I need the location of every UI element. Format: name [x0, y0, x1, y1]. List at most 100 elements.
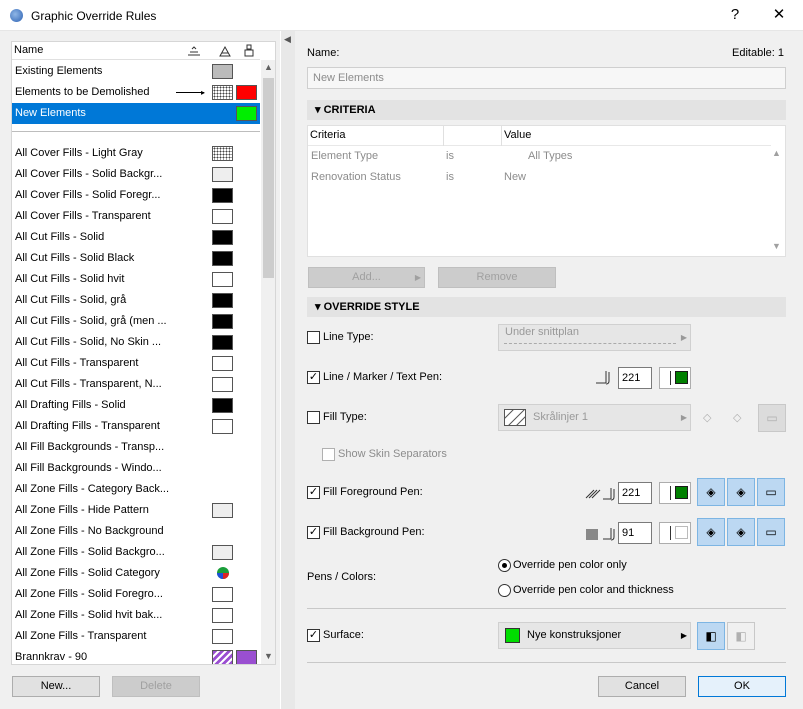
- fill-fg-color-button[interactable]: [659, 482, 691, 504]
- list-item-label: All Zone Fills - Solid Category: [15, 567, 160, 579]
- show-skin-checkbox[interactable]: [322, 448, 335, 461]
- criteria-row[interactable]: Renovation Status is New: [308, 168, 771, 189]
- list-item[interactable]: All Fill Backgrounds - Windo...: [12, 458, 260, 479]
- rule-name-field[interactable]: New Elements: [307, 67, 786, 89]
- list-item[interactable]: All Zone Fills - Hide Pattern: [12, 500, 260, 521]
- list-item-label: All Zone Fills - Solid Backgro...: [15, 546, 165, 558]
- fill-bg-color-button[interactable]: [659, 522, 691, 544]
- list-item[interactable]: All Zone Fills - Transparent: [12, 626, 260, 647]
- column-name[interactable]: Name: [14, 44, 43, 56]
- list-item[interactable]: All Cut Fills - Solid Black: [12, 248, 260, 269]
- drafting-fill-toggle[interactable]: ▭: [758, 404, 786, 432]
- list-item[interactable]: All Zone Fills - Solid hvit bak...: [12, 605, 260, 626]
- list-item[interactable]: All Cut Fills - Solid, grå: [12, 290, 260, 311]
- pen-swatch: [212, 356, 233, 371]
- criteria-row[interactable]: Element Type is All Types: [308, 147, 771, 168]
- demolish-line-icon: [176, 92, 204, 93]
- list-header: Name: [12, 42, 260, 60]
- line-type-checkbox[interactable]: [307, 331, 320, 344]
- list-item[interactable]: All Cut Fills - Solid: [12, 227, 260, 248]
- fg-drafting-fill-toggle[interactable]: ▭: [757, 478, 785, 506]
- surface-dropdown[interactable]: Nye konstruksjoner ▶: [498, 622, 691, 649]
- list-item[interactable]: All Cut Fills - Solid, No Skin ...: [12, 332, 260, 353]
- fill-fg-number[interactable]: 221: [618, 482, 652, 504]
- list-item[interactable]: All Cut Fills - Solid hvit: [12, 269, 260, 290]
- list-item[interactable]: All Cut Fills - Solid, grå (men ...: [12, 311, 260, 332]
- list-item[interactable]: All Cut Fills - Transparent: [12, 353, 260, 374]
- bg-cover-fill-toggle[interactable]: ◈: [727, 518, 755, 546]
- pen-swatch: [212, 272, 233, 287]
- fg-cut-fill-toggle[interactable]: ◈: [697, 478, 725, 506]
- collapse-icon[interactable]: ◀: [284, 34, 291, 45]
- list-item-label: All Cut Fills - Transparent: [15, 357, 139, 369]
- criteria-section-header[interactable]: ▾ CRITERIA: [307, 100, 786, 120]
- help-icon[interactable]: ?: [726, 6, 744, 24]
- cut-fill-icon[interactable]: ◇: [703, 411, 711, 424]
- list-item[interactable]: All Fill Backgrounds - Transp...: [12, 437, 260, 458]
- fill-type-dropdown[interactable]: Skrålinjer 1 ▶: [498, 404, 691, 431]
- criteria-table[interactable]: Criteria Value Element Type is All Types…: [307, 125, 786, 257]
- list-item-label: All Cover Fills - Solid Foregr...: [15, 189, 161, 201]
- criteria-scroll-down-icon[interactable]: ▼: [772, 241, 781, 251]
- list-item[interactable]: All Cover Fills - Transparent: [12, 206, 260, 227]
- remove-criteria-button[interactable]: Remove: [438, 267, 556, 288]
- pen-swatch: [212, 188, 233, 203]
- fill-bg-number[interactable]: 91: [618, 522, 652, 544]
- criteria-scroll-up-icon[interactable]: ▲: [772, 148, 781, 158]
- override-section-header[interactable]: ▾ OVERRIDE STYLE: [307, 297, 786, 317]
- rules-list[interactable]: Name Existing Elements Elements to be Dem…: [11, 41, 276, 665]
- list-item[interactable]: All Zone Fills - Solid Foregro...: [12, 584, 260, 605]
- list-item-label: All Cover Fills - Transparent: [15, 210, 151, 222]
- list-item[interactable]: All Zone Fills - No Background: [12, 521, 260, 542]
- list-item[interactable]: Elements to be Demolished ▸: [12, 82, 260, 103]
- surface-checkbox[interactable]: ✓: [307, 629, 320, 642]
- scroll-up-icon[interactable]: ▲: [264, 62, 273, 72]
- list-item[interactable]: Existing Elements: [12, 61, 260, 82]
- fill-type-checkbox[interactable]: [307, 411, 320, 424]
- line-column-icon[interactable]: [187, 45, 201, 57]
- add-criteria-button[interactable]: Add... ▶: [308, 267, 425, 288]
- close-icon[interactable]: ✕: [770, 6, 788, 24]
- list-item[interactable]: All Cover Fills - Solid Backgr...: [12, 164, 260, 185]
- line-type-dropdown[interactable]: Under snittplan ▶: [498, 324, 691, 351]
- delete-button[interactable]: Delete: [112, 676, 200, 697]
- surface-section-toggle[interactable]: ◧: [727, 622, 755, 650]
- line-pen-color-button[interactable]: [659, 367, 691, 389]
- fg-cover-fill-toggle[interactable]: ◈: [727, 478, 755, 506]
- fill-bg-checkbox[interactable]: ✓: [307, 526, 320, 539]
- list-item[interactable]: All Drafting Fills - Transparent: [12, 416, 260, 437]
- cancel-button[interactable]: Cancel: [598, 676, 686, 697]
- dropdown-arrow-icon: ▶: [680, 631, 687, 640]
- scroll-thumb[interactable]: [263, 78, 274, 278]
- ok-button[interactable]: OK: [698, 676, 786, 697]
- bg-drafting-fill-toggle[interactable]: ▭: [757, 518, 785, 546]
- fill-fg-checkbox[interactable]: ✓: [307, 486, 320, 499]
- list-item[interactable]: All Zone Fills - Category Back...: [12, 479, 260, 500]
- list-item[interactable]: New Elements: [12, 103, 260, 124]
- list-item[interactable]: All Cover Fills - Light Gray: [12, 143, 260, 164]
- scroll-down-icon[interactable]: ▼: [264, 651, 273, 661]
- override-color-thickness-radio[interactable]: [498, 584, 511, 597]
- bg-cut-fill-toggle[interactable]: ◈: [697, 518, 725, 546]
- list-item[interactable]: All Cut Fills - Transparent, N...: [12, 374, 260, 395]
- surface-column-icon[interactable]: [244, 44, 254, 57]
- list-item[interactable]: All Cover Fills - Solid Foregr...: [12, 185, 260, 206]
- pen-swatch: [212, 146, 233, 161]
- divider: [307, 608, 786, 609]
- surface-model-toggle[interactable]: ◧: [697, 622, 725, 650]
- list-item-label: Brannkrav - 90: [15, 651, 88, 663]
- list-item[interactable]: All Zone Fills - Solid Backgro...: [12, 542, 260, 563]
- hatch-pattern-icon: [504, 409, 526, 426]
- line-pen-number[interactable]: 221: [618, 367, 652, 389]
- panel-splitter[interactable]: ◀: [281, 31, 295, 709]
- list-item[interactable]: All Zone Fills - Solid Category: [12, 563, 260, 584]
- pen-color-swatch: [675, 371, 688, 384]
- override-color-only-radio[interactable]: [498, 559, 511, 572]
- list-item[interactable]: All Drafting Fills - Solid: [12, 395, 260, 416]
- new-button[interactable]: New...: [12, 676, 100, 697]
- list-scrollbar[interactable]: ▲ ▼: [261, 60, 275, 664]
- list-item[interactable]: Brannkrav - 90: [12, 647, 260, 664]
- cover-fill-icon[interactable]: ◇: [733, 411, 741, 424]
- fill-column-icon[interactable]: [219, 45, 231, 57]
- line-pen-checkbox[interactable]: ✓: [307, 371, 320, 384]
